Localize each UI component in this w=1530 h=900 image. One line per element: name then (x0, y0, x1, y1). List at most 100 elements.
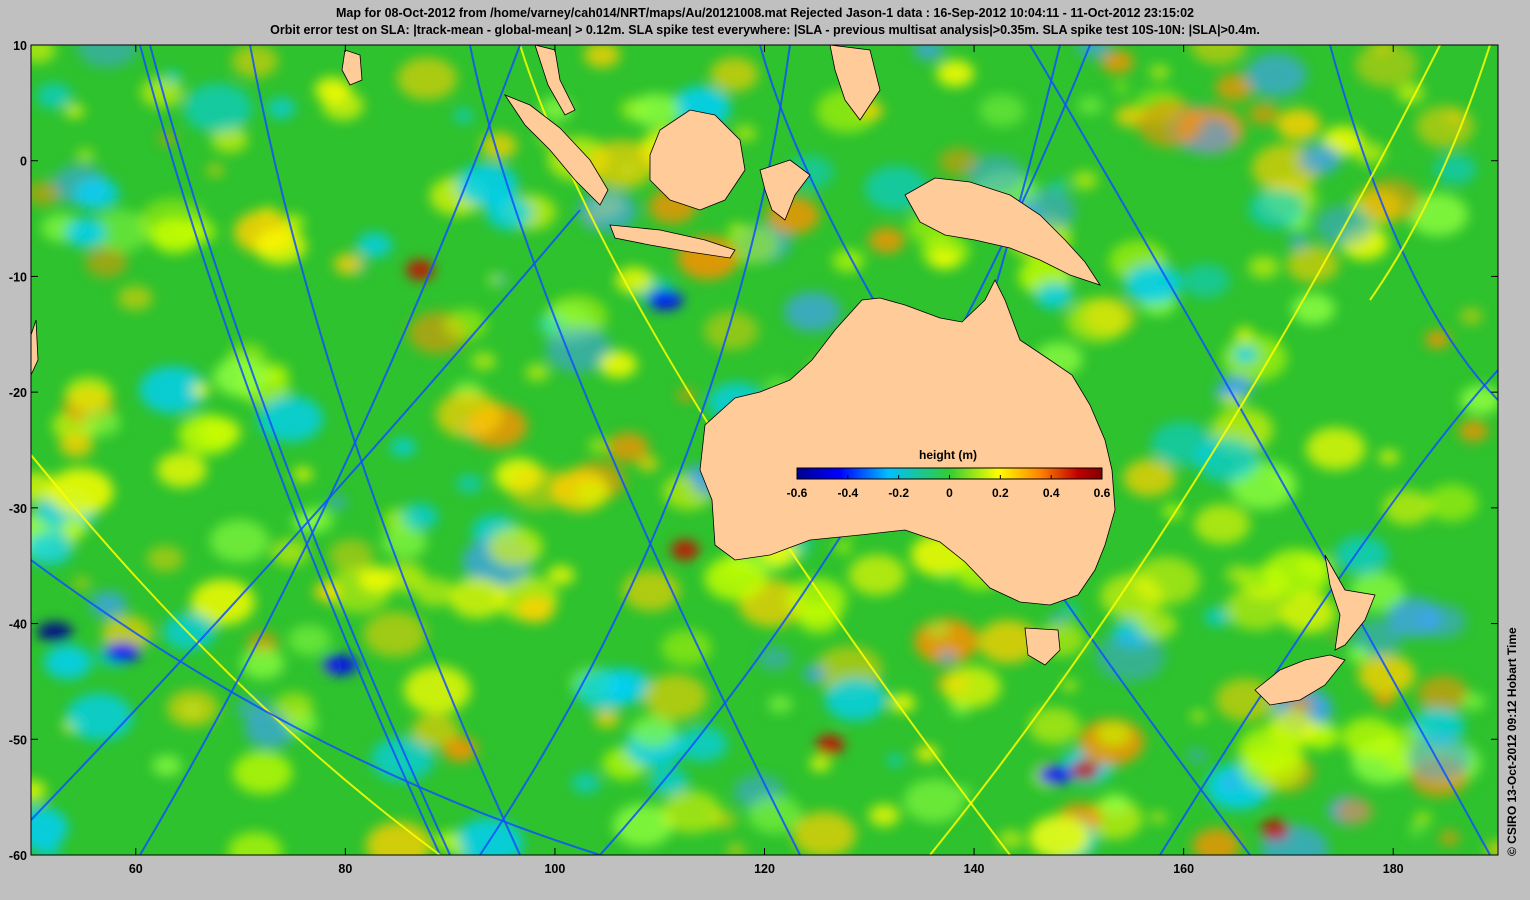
anomaly-blob (1355, 45, 1418, 87)
colorbar-tick-label: 0.6 (1094, 486, 1111, 500)
anomaly-blob (1276, 108, 1321, 141)
warm-eddy (816, 735, 844, 755)
x-tick-label: 140 (964, 862, 985, 876)
anomaly-blob (1234, 326, 1254, 341)
cold-eddy (647, 290, 683, 310)
anomaly-blob (926, 621, 950, 638)
anomaly-blob (1426, 484, 1479, 522)
anomaly-blob (516, 596, 555, 623)
anomaly-blob (60, 518, 88, 538)
anomaly-blob (209, 519, 269, 563)
anomaly-blob (1386, 597, 1443, 638)
anomaly-blob (77, 45, 138, 68)
anomaly-blob (403, 665, 471, 714)
x-tick-label: 60 (129, 862, 143, 876)
anomaly-blob (1334, 797, 1373, 825)
colorbar-tick-label: 0.2 (992, 486, 1009, 500)
anomaly-blob (1233, 345, 1259, 364)
anomaly-blob (1280, 593, 1337, 633)
anomaly-blob (508, 467, 568, 510)
anomaly-blob (178, 414, 236, 455)
anomaly-blob (868, 804, 900, 827)
anomaly-blob (274, 692, 314, 721)
anomaly-blob (1407, 735, 1471, 781)
anomaly-blob (47, 468, 114, 516)
anomaly-blob (637, 456, 659, 472)
anomaly-blob (768, 695, 793, 713)
colorbar-title: height (m) (919, 448, 977, 462)
x-tick-label: 180 (1383, 862, 1404, 876)
anomaly-blob (1136, 610, 1177, 640)
colorbar-tick-label: 0 (946, 486, 953, 500)
anomaly-blob (1113, 82, 1129, 93)
anomaly-blob (1439, 830, 1460, 846)
anomaly-blob (146, 545, 184, 572)
anomaly-blob (328, 539, 375, 572)
x-tick-label: 100 (544, 862, 565, 876)
anomaly-blob (936, 570, 953, 582)
anomaly-blob (1458, 420, 1489, 442)
anomaly-blob (1353, 141, 1386, 165)
anomaly-blob (72, 577, 91, 590)
anomaly-blob (266, 97, 296, 119)
colorbar-tick-label: -0.6 (787, 486, 808, 500)
anomaly-blob (903, 779, 965, 823)
y-tick-label: -30 (9, 502, 27, 516)
anomaly-blob (848, 554, 906, 596)
cold-eddy (1037, 765, 1073, 785)
anomaly-blob (258, 395, 323, 442)
anomaly-blob (181, 219, 217, 245)
anomaly-blob (547, 565, 575, 585)
anomaly-blob (1095, 631, 1166, 682)
anomaly-blob (1225, 586, 1288, 631)
anomaly-blob (630, 715, 677, 749)
anomaly-blob (1246, 53, 1307, 97)
anomaly-blob (183, 83, 253, 133)
anomaly-blob (1072, 171, 1098, 190)
y-tick-label: -50 (9, 733, 27, 747)
colorbar-tick-label: -0.4 (837, 486, 858, 500)
anomaly-blob (1358, 654, 1415, 695)
anomaly-blob (1347, 646, 1369, 663)
y-tick-label: -10 (9, 270, 27, 284)
anomaly-blob (1223, 777, 1239, 789)
anomaly-blob (163, 70, 182, 84)
anomaly-blob (228, 832, 283, 855)
x-tick-label: 160 (1173, 862, 1194, 876)
anomaly-blob (329, 496, 346, 509)
anomaly-blob (400, 503, 439, 531)
anomaly-blob (803, 665, 828, 683)
anomaly-blob (456, 474, 483, 493)
anomaly-blob (1213, 386, 1230, 399)
anomaly-blob (1190, 710, 1207, 723)
anomaly-blob (191, 383, 210, 397)
warm-eddy (671, 540, 699, 560)
anomaly-blob (366, 822, 432, 855)
anomaly-blob (1194, 436, 1259, 482)
anomaly-blob (936, 60, 974, 87)
anomaly-blob (594, 709, 620, 728)
x-tick-label: 120 (754, 862, 775, 876)
anomaly-blob (283, 214, 305, 230)
anomaly-blob (64, 217, 108, 248)
anomaly-blob (152, 755, 182, 777)
y-tick-label: 0 (20, 155, 27, 169)
anomaly-blob (525, 364, 549, 381)
anomaly-blob (710, 57, 759, 92)
anomaly-blob (76, 148, 95, 162)
anomaly-blob (1299, 144, 1341, 175)
anomaly-blob (1461, 693, 1486, 711)
anomaly-blob (939, 651, 955, 663)
anomaly-blob (356, 232, 393, 258)
anomaly-blob (157, 452, 207, 488)
anomaly-blob (81, 408, 121, 437)
anomaly-blob (382, 526, 427, 559)
anomaly-blob (575, 668, 634, 711)
anomaly-blob (1035, 282, 1073, 309)
anomaly-blob (797, 603, 841, 634)
anomaly-blob (1459, 308, 1483, 325)
anomaly-blob (117, 285, 153, 311)
anomaly-blob (65, 377, 113, 411)
anomaly-blob (748, 795, 802, 834)
anomaly-blob (1028, 707, 1081, 745)
